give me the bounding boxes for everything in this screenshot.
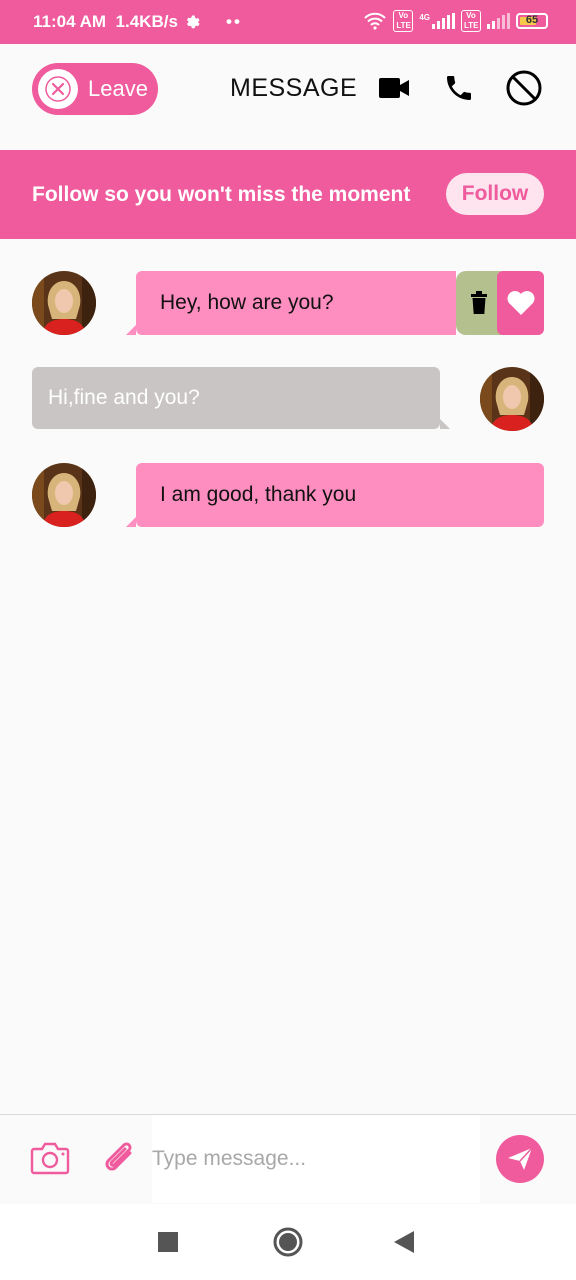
close-icon bbox=[38, 69, 78, 109]
message-text: Hi,fine and you? bbox=[48, 386, 200, 409]
signal-icon bbox=[432, 13, 455, 29]
signal-icon-2 bbox=[487, 13, 510, 29]
follow-banner-text: Follow so you won't miss the moment bbox=[32, 183, 411, 206]
message-text: Hey, how are you? bbox=[160, 291, 334, 314]
send-icon bbox=[508, 1147, 533, 1170]
system-nav-bar bbox=[0, 1204, 576, 1280]
battery-icon: 65 bbox=[516, 13, 548, 29]
message-bubble[interactable]: I am good, thank you bbox=[136, 463, 544, 527]
home-button[interactable] bbox=[273, 1227, 303, 1262]
camera-icon[interactable] bbox=[30, 1141, 70, 1180]
message-composer bbox=[0, 1114, 576, 1205]
attach-icon[interactable] bbox=[100, 1139, 140, 1184]
bubble-tail bbox=[126, 325, 136, 335]
message-text: I am good, thank you bbox=[160, 483, 357, 506]
settings-gear-icon bbox=[186, 15, 200, 29]
network-type: 4G bbox=[419, 12, 430, 22]
volte-badge-2: Vo LTE bbox=[461, 10, 481, 32]
delete-message-button[interactable] bbox=[456, 271, 502, 335]
message-input[interactable] bbox=[152, 1115, 480, 1203]
back-button[interactable] bbox=[394, 1231, 414, 1258]
message-bubble[interactable]: Hi,fine and you? bbox=[32, 367, 440, 429]
wifi-icon bbox=[364, 12, 387, 30]
avatar[interactable] bbox=[32, 463, 96, 527]
avatar[interactable] bbox=[32, 271, 96, 335]
page-title: MESSAGE bbox=[230, 74, 358, 102]
heart-icon bbox=[507, 291, 534, 315]
bubble-tail bbox=[440, 419, 450, 429]
recents-button[interactable] bbox=[158, 1232, 178, 1257]
follow-button[interactable]: Follow bbox=[446, 173, 544, 215]
bubble-tail bbox=[126, 517, 136, 527]
phone-call-icon[interactable] bbox=[441, 70, 477, 106]
follow-banner: Follow so you won't miss the moment Foll… bbox=[0, 150, 576, 239]
volte-badge: Vo LTE bbox=[393, 10, 414, 32]
video-call-icon[interactable] bbox=[376, 70, 412, 106]
send-button[interactable] bbox=[496, 1135, 544, 1183]
message-bubble[interactable]: Hey, how are you? bbox=[136, 271, 456, 335]
notification-dots: •• bbox=[226, 12, 242, 31]
status-time: 11:04 AM 1.4KB/s bbox=[33, 12, 200, 32]
network-speed: 1.4KB/s bbox=[115, 12, 178, 31]
trash-icon bbox=[471, 291, 487, 314]
leave-button[interactable]: Leave bbox=[32, 63, 158, 115]
chat-header: Leave MESSAGE bbox=[0, 44, 576, 150]
block-icon[interactable] bbox=[506, 70, 542, 106]
leave-label: Leave bbox=[88, 76, 148, 101]
like-message-button[interactable] bbox=[497, 271, 544, 335]
avatar[interactable] bbox=[480, 367, 544, 431]
status-bar: 11:04 AM 1.4KB/s •• Vo LTE 4G Vo LTE 65 bbox=[0, 0, 576, 44]
